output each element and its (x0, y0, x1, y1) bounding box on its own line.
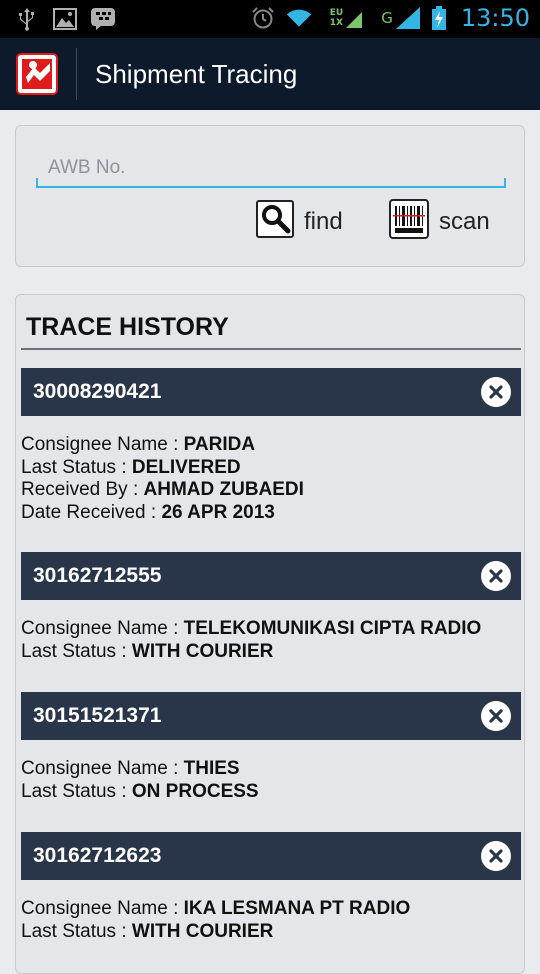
remove-entry-button[interactable] (481, 377, 511, 407)
signal-bars-icon (345, 5, 363, 31)
image-icon (52, 6, 78, 32)
awb-number: 30162712555 (33, 564, 162, 587)
section-divider (21, 348, 521, 350)
alarm-icon (250, 5, 276, 31)
detail-label: Received By : (21, 479, 144, 500)
detail-row: Consignee Name : PARIDA (21, 434, 521, 457)
action-bar-divider (76, 48, 77, 100)
network-label: EU 1X (329, 8, 344, 28)
detail-row: Received By : AHMAD ZUBAEDI (21, 479, 521, 502)
app-logo-icon[interactable] (16, 53, 58, 95)
awb-number: 30151521371 (33, 704, 162, 727)
detail-value: TELEKOMUNIKASI CIPTA RADIO (183, 618, 482, 639)
detail-row: Consignee Name : IKA LESMANA PT RADIO (21, 898, 521, 921)
detail-row: Consignee Name : TELEKOMUNIKASI CIPTA RA… (21, 618, 521, 641)
usb-icon (14, 6, 40, 32)
barcode-icon (389, 198, 429, 246)
trace-history-card: TRACE HISTORY 30008290421 Consignee Name… (15, 294, 525, 974)
close-icon (489, 709, 503, 723)
detail-value: IKA LESMANA PT RADIO (183, 898, 411, 919)
trace-entry-details: Consignee Name : IKA LESMANA PT RADIO La… (21, 880, 521, 943)
detail-label: Last Status : (21, 920, 132, 942)
detail-label: Last Status : (21, 640, 132, 662)
detail-row: Last Status : WITH COURIER (21, 641, 521, 664)
detail-row: Last Status : WITH COURIER (21, 921, 521, 944)
detail-value: DELIVERED (131, 456, 241, 478)
find-button[interactable]: find (256, 199, 343, 245)
find-label: find (304, 208, 343, 235)
clock-time: 13:50 (460, 4, 530, 32)
bbm-icon (90, 6, 116, 32)
detail-label: Date Received : (21, 501, 162, 523)
trace-entry-details: Consignee Name : THIES Last Status : ON … (21, 740, 521, 803)
detail-value: AHMAD ZUBAEDI (143, 479, 304, 500)
detail-label: Consignee Name : (21, 618, 184, 639)
awb-input-left-edge (36, 178, 38, 188)
detail-value: WITH COURIER (131, 920, 274, 942)
remove-entry-button[interactable] (481, 701, 511, 731)
remove-entry-button[interactable] (481, 561, 511, 591)
detail-row: Last Status : DELIVERED (21, 457, 521, 480)
signal-icon (395, 5, 421, 31)
close-icon (489, 569, 503, 583)
detail-label: Last Status : (21, 780, 132, 802)
awb-input-right-edge (504, 178, 506, 188)
trace-entry: 30162712623 Consignee Name : IKA LESMANA… (21, 832, 521, 943)
detail-row: Date Received : 26 APR 2013 (21, 502, 521, 525)
search-card: find scan (15, 125, 525, 267)
battery-charging-icon (431, 5, 447, 31)
section-title: TRACE HISTORY (26, 313, 229, 341)
trace-entry: 30151521371 Consignee Name : THIES Last … (21, 692, 521, 803)
trace-entry-header[interactable]: 30162712555 (21, 552, 521, 600)
action-bar: Shipment Tracing (0, 38, 540, 110)
remove-entry-button[interactable] (481, 841, 511, 871)
trace-entry: 30162712555 Consignee Name : TELEKOMUNIK… (21, 552, 521, 663)
detail-label: Consignee Name : (21, 758, 184, 779)
awb-number: 30008290421 (33, 380, 162, 403)
trace-entry-header[interactable]: 30162712623 (21, 832, 521, 880)
trace-entry-details: Consignee Name : TELEKOMUNIKASI CIPTA RA… (21, 600, 521, 663)
detail-label: Consignee Name : (21, 898, 184, 919)
trace-entry-header[interactable]: 30008290421 (21, 368, 521, 416)
detail-label: Consignee Name : (21, 434, 184, 455)
detail-value: THIES (183, 758, 240, 779)
detail-value: PARIDA (183, 434, 256, 455)
close-icon (489, 849, 503, 863)
detail-value: ON PROCESS (131, 780, 259, 802)
awb-input[interactable] (36, 150, 506, 188)
wifi-icon (286, 5, 312, 31)
status-bar: EU 1X G 13:50 (0, 0, 540, 38)
awb-number: 30162712623 (33, 844, 162, 867)
close-icon (489, 385, 503, 399)
scan-button[interactable]: scan (389, 198, 490, 242)
detail-value: 26 APR 2013 (161, 501, 275, 523)
detail-row: Last Status : ON PROCESS (21, 781, 521, 804)
page-title: Shipment Tracing (95, 58, 298, 89)
magnifier-icon (256, 199, 294, 245)
scan-label: scan (439, 208, 490, 235)
detail-row: Consignee Name : THIES (21, 758, 521, 781)
network-type: G (381, 9, 393, 27)
trace-entry-details: Consignee Name : PARIDA Last Status : DE… (21, 416, 521, 524)
detail-label: Last Status : (21, 456, 132, 478)
trace-entry: 30008290421 Consignee Name : PARIDA Last… (21, 368, 521, 524)
detail-value: WITH COURIER (131, 640, 274, 662)
trace-entry-header[interactable]: 30151521371 (21, 692, 521, 740)
